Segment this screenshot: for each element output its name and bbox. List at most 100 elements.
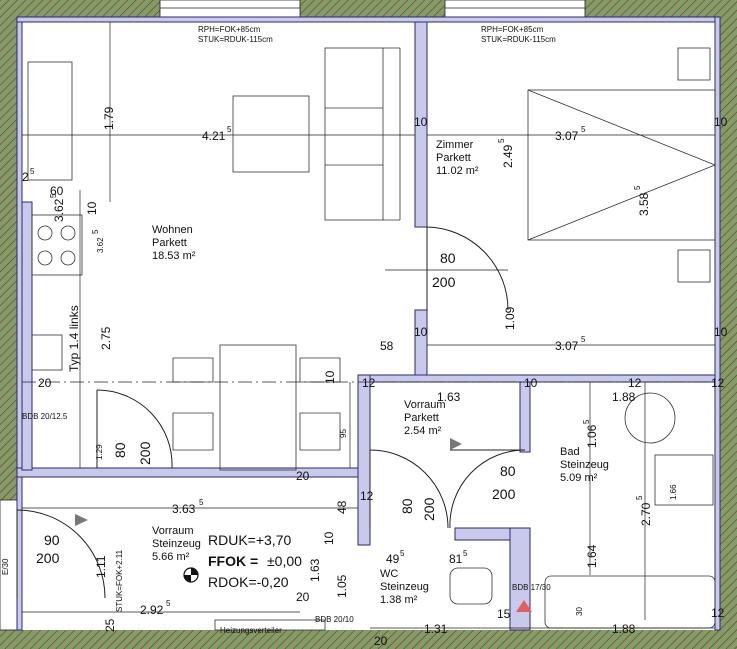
dim-270-sup: 5	[635, 495, 644, 500]
room-vorraum-bottom-area: 5.66 m²	[152, 551, 190, 563]
fixture-bdb-left: BDB 20/12.5	[22, 412, 68, 421]
dim-20-b: 20	[296, 469, 310, 483]
room-wohnen-name: Wohnen	[152, 224, 193, 236]
fixture-typ: Typ 1.4 links	[67, 305, 81, 372]
arrow-vorraum	[450, 438, 462, 450]
fixture-heizungsverteiler: Heizungsverteiler	[220, 626, 282, 635]
bathtub	[544, 575, 716, 629]
inner-lining-right	[714, 16, 721, 631]
wall-vorraum-left	[357, 374, 371, 546]
door-entry-width: 90	[44, 532, 60, 548]
room-wc-name: WC	[380, 568, 398, 580]
dim-zimmer-width: 3.07	[555, 129, 579, 143]
room-vorraum-bottom-name: Vorraum	[152, 525, 194, 537]
level-ffok-value: ±0,00	[267, 553, 302, 569]
dim-zimmer-depth-2-sup: 5	[633, 185, 642, 190]
door-wohnen-height: 200	[137, 441, 153, 465]
dim-20-d: 20	[374, 634, 388, 648]
dim-129: 1.29	[95, 444, 104, 460]
room-bad-floor: Steinzeug	[560, 459, 609, 471]
door-entry-height: 200	[36, 550, 60, 566]
room-wohnen-area: 18.53 m²	[152, 250, 196, 262]
dim-106: 1.06	[585, 424, 599, 448]
inner-lining-top	[16, 16, 721, 23]
window-left	[159, 0, 301, 18]
dim-166: 1.66	[669, 484, 678, 500]
dim-12-c: 12	[360, 489, 374, 503]
dim-188: 1.88	[612, 390, 636, 404]
dim-12-b: 12	[711, 376, 725, 390]
dim-49: 49	[386, 552, 400, 566]
dim-48: 48	[335, 500, 349, 514]
exterior-wall-top	[0, 0, 737, 17]
dim-131: 1.31	[424, 622, 448, 636]
chair-4	[299, 412, 341, 451]
dim-wall-10-c: 10	[414, 325, 428, 339]
nightstand-bottom	[677, 249, 711, 283]
dim-30: 30	[575, 607, 584, 616]
dim-164: 1.64	[585, 544, 599, 568]
room-vorraum-bottom-floor: Steinzeug	[152, 538, 201, 550]
dim-163: 1.63	[437, 390, 461, 404]
nightstand-top	[677, 47, 711, 81]
dim-kitchen-2-sup: 5	[30, 167, 35, 176]
wc-toilet	[449, 567, 493, 605]
room-zimmer-floor: Parkett	[436, 152, 471, 164]
door-bad-width: 80	[500, 463, 516, 479]
floor-plan: RPH=FOK+85cm STUK=RDUK-115cm RPH=FOK+85c…	[0, 0, 737, 649]
dim-wall-10-d: 10	[714, 325, 728, 339]
dim-95: 95	[339, 429, 348, 438]
dim-20-a: 20	[38, 376, 52, 390]
dim-15: 15	[497, 607, 511, 621]
dim-wall-10-g: 10	[322, 531, 336, 545]
dim-105: 1.05	[335, 574, 349, 598]
kitchen-sink	[31, 334, 63, 371]
dim-zimmer-width-2: 3.07	[555, 339, 579, 353]
wall-zimmer-lower	[414, 309, 428, 376]
dim-zimmer-width-2-sup: 5	[581, 335, 586, 344]
fixture-bottom-small: BDB 20/10	[315, 615, 354, 624]
bed	[527, 89, 716, 241]
chair-1	[172, 357, 214, 383]
dim-163-b: 1.63	[308, 558, 322, 582]
inner-lining-left	[16, 16, 23, 631]
window-note-right-1: RPH=FOK+85cm	[481, 25, 544, 34]
window-right	[444, 0, 586, 18]
dim-door-109: 1.09	[503, 306, 517, 330]
dim-12-a: 12	[362, 376, 376, 390]
sofa	[324, 47, 384, 221]
dim-zimmer-depth-2: 3.58	[637, 192, 651, 216]
stove	[31, 214, 83, 276]
level-rdok: RDOK=-0,20	[208, 574, 289, 590]
door-zimmer-width: 80	[440, 250, 456, 266]
door-wohnen-width: 80	[112, 442, 128, 458]
interior-walls	[16, 16, 721, 631]
floor-plan-canvas: RPH=FOK+85cm STUK=RDUK-115cm RPH=FOK+85c…	[0, 0, 737, 649]
room-wc-floor: Steinzeug	[380, 581, 429, 593]
door-zimmer-height: 200	[432, 274, 456, 290]
dim-kitchen-2: 2	[22, 170, 29, 184]
dim-12-e: 12	[628, 376, 642, 390]
dim-wall-10-a: 10	[414, 115, 428, 129]
dim-zimmer-depth: 2.49	[501, 144, 515, 168]
dim-363: 3.63	[172, 502, 196, 516]
room-bad-name: Bad	[560, 446, 580, 458]
dim-zimmer-depth-sup: 5	[497, 138, 506, 143]
dim-25: 25	[103, 618, 117, 632]
dim-kitchen-10: 10	[85, 201, 99, 215]
dim-kitchen-362-sup: 5	[49, 193, 58, 198]
door-arc-zimmer	[426, 226, 509, 311]
dim-111: 1.11	[94, 555, 108, 578]
dim-kitchen-275: 2.75	[99, 326, 113, 350]
level-ffok-label: FFOK =	[208, 553, 258, 569]
dim-20-c: 20	[296, 590, 310, 604]
sideboard	[27, 61, 73, 181]
dim-292: 2.92	[140, 603, 164, 617]
dim-58: 58	[380, 339, 394, 353]
dim-wall-10-f: 10	[524, 376, 538, 390]
door-wc-width: 80	[399, 498, 415, 514]
dim-81-sup: 5	[463, 549, 468, 558]
chair-2	[172, 412, 214, 451]
wall-bad-left-top	[519, 381, 531, 453]
room-wohnen-floor: Parkett	[152, 237, 187, 249]
